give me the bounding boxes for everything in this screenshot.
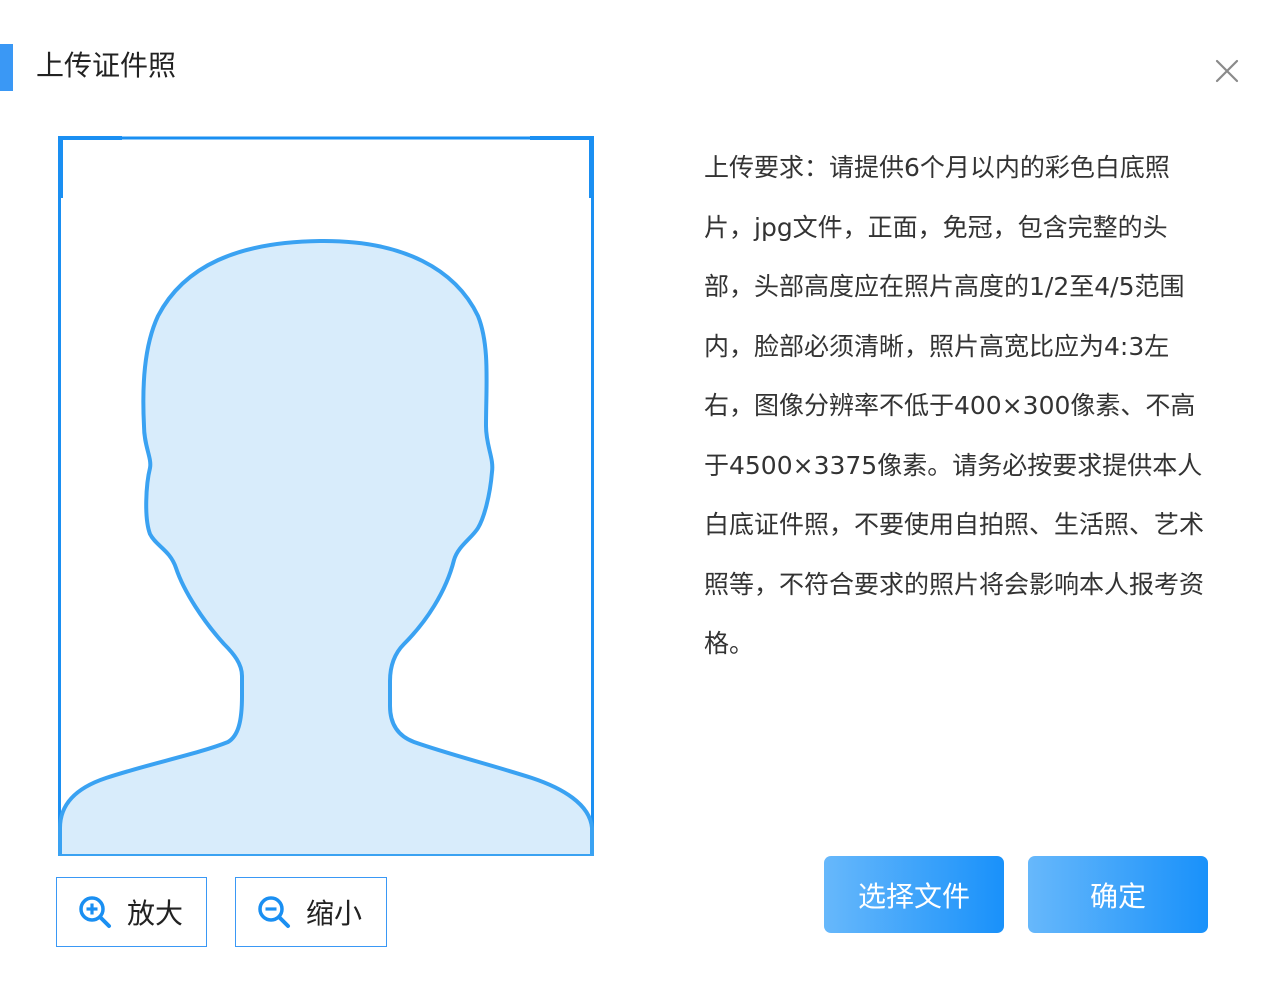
close-button[interactable] [1210,54,1244,88]
crop-corner-top-left [58,136,122,140]
crop-corner-top-right [530,136,594,140]
close-icon [1215,59,1239,83]
person-silhouette-icon [58,238,594,856]
zoom-in-button[interactable]: 放大 [56,877,207,947]
dialog-title: 上传证件照 [36,49,177,82]
zoom-out-label: 缩小 [306,897,363,930]
confirm-button[interactable]: 确定 [1028,856,1208,933]
zoom-out-button[interactable]: 缩小 [235,877,387,947]
zoom-in-label: 放大 [127,897,184,930]
zoom-out-icon [256,894,292,930]
select-file-button[interactable]: 选择文件 [824,856,1004,933]
upload-requirements-text: 上传要求：请提供6个月以内的彩色白底照片，jpg文件，正面，免冠，包含完整的头部… [704,153,1205,658]
upload-photo-dialog: 上传证件照 放大 缩小 上传要求：请提供6个月以内的彩色白底照片，jpg文件，正… [0,0,1280,1004]
zoom-in-icon [77,894,113,930]
title-accent-bar [0,44,13,91]
photo-preview [58,136,594,856]
